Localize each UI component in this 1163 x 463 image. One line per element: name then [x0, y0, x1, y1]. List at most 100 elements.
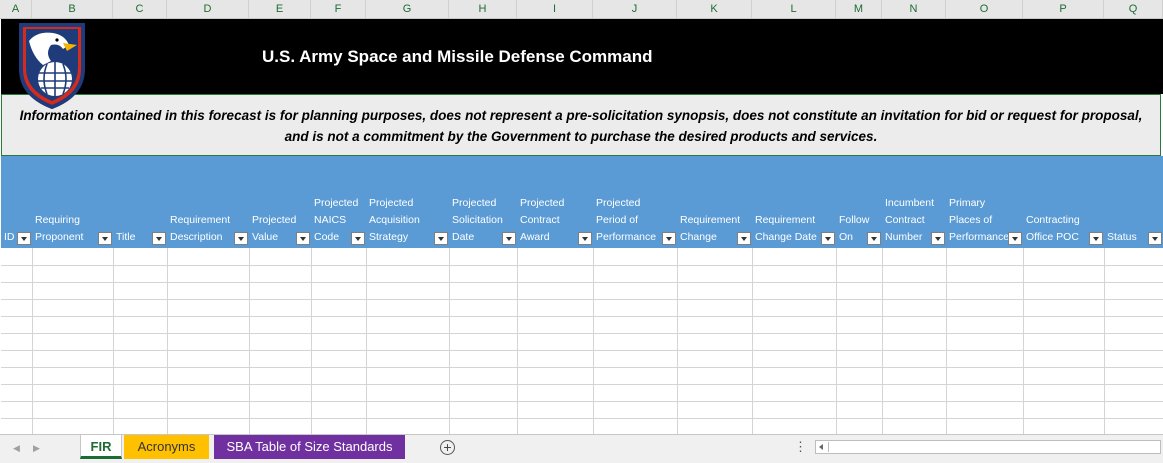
grid-row-line	[1, 367, 1163, 368]
column-letter[interactable]: L	[752, 0, 836, 18]
column-letter[interactable]: E	[249, 0, 311, 18]
column-letter[interactable]: B	[32, 0, 113, 18]
filter-dropdown-icon[interactable]	[351, 232, 365, 245]
header-label: Projected Value	[252, 214, 297, 243]
header-cell[interactable]: Requirement Description	[168, 156, 250, 248]
column-header-bar: ABCDEFGHIJKLMNOPQ	[0, 0, 1163, 19]
grid-row-line	[1, 299, 1163, 300]
header-label: Requiring Proponent	[35, 214, 84, 243]
grid-row-line	[1, 401, 1163, 402]
next-sheet-icon[interactable]: ▶	[33, 443, 40, 454]
disclaimer-line-1: Information contained in this forecast i…	[19, 108, 1143, 123]
column-letter[interactable]: F	[311, 0, 366, 18]
tab-acronyms[interactable]: Acronyms	[124, 435, 209, 459]
disclaimer-box: Information contained in this forecast i…	[1, 94, 1161, 156]
disclaimer-line-2: and is not a commitment by the Governmen…	[284, 129, 878, 144]
filter-dropdown-icon[interactable]	[578, 232, 592, 245]
grid-column-line	[1023, 248, 1024, 434]
header-cell[interactable]: Incumbent Contract Number	[883, 156, 947, 248]
header-cell[interactable]: Follow On	[837, 156, 883, 248]
more-options-icon[interactable]: ⋮	[794, 439, 807, 455]
filter-dropdown-icon[interactable]	[296, 232, 310, 245]
column-letter[interactable]: O	[946, 0, 1023, 18]
filter-dropdown-icon[interactable]	[152, 232, 166, 245]
grid-column-line	[32, 248, 33, 434]
header-label: Status	[1107, 231, 1137, 243]
grid-column-line	[366, 248, 367, 434]
banner-title: U.S. Army Space and Missile Defense Comm…	[262, 47, 653, 66]
grid-column-line	[449, 248, 450, 434]
header-label: Projected Period of Performance	[596, 197, 657, 243]
filter-dropdown-icon[interactable]	[1008, 232, 1022, 245]
column-letter[interactable]: C	[113, 0, 167, 18]
filter-dropdown-icon[interactable]	[821, 232, 835, 245]
header-cell[interactable]: Status	[1105, 156, 1163, 248]
column-letter[interactable]: N	[882, 0, 946, 18]
scroll-left-icon[interactable]	[819, 444, 823, 450]
column-letter[interactable]: M	[836, 0, 882, 18]
filter-dropdown-icon[interactable]	[1089, 232, 1103, 245]
filter-dropdown-icon[interactable]	[502, 232, 516, 245]
grid-row-line	[1, 350, 1163, 351]
grid-column-line	[882, 248, 883, 434]
column-letter[interactable]: A	[0, 0, 32, 18]
column-letter[interactable]: H	[449, 0, 517, 18]
filter-dropdown-icon[interactable]	[17, 232, 31, 245]
header-cell[interactable]: Projected Solicitation Date	[450, 156, 518, 248]
header-label: ID	[4, 231, 15, 243]
header-label: Follow On	[839, 214, 870, 243]
header-label: Primary Places of Performance	[949, 197, 1010, 243]
filter-dropdown-icon[interactable]	[98, 232, 112, 245]
column-letter[interactable]: D	[167, 0, 249, 18]
column-letter[interactable]: J	[593, 0, 677, 18]
tab-sba-table[interactable]: SBA Table of Size Standards	[214, 435, 405, 459]
grid-column-line	[113, 248, 114, 434]
header-cell[interactable]: Projected Value	[250, 156, 312, 248]
header-cell[interactable]: Title	[114, 156, 168, 248]
sheet-tab-bar: ◀ ▶ FIR Acronyms SBA Table of Size Stand…	[0, 434, 1163, 463]
scrollbar-thumb[interactable]	[828, 442, 1159, 452]
horizontal-scrollbar[interactable]	[815, 440, 1161, 454]
prev-sheet-icon[interactable]: ◀	[13, 443, 20, 454]
grid-column-line	[1104, 248, 1105, 434]
column-letter[interactable]: I	[517, 0, 593, 18]
header-cell[interactable]: Projected Contract Award	[518, 156, 594, 248]
grid-column-line	[677, 248, 678, 434]
filter-dropdown-icon[interactable]	[234, 232, 248, 245]
header-cell[interactable]: Projected Period of Performance	[594, 156, 678, 248]
header-cell[interactable]: Projected NAICS Code	[312, 156, 367, 248]
grid-column-line	[593, 248, 594, 434]
column-letter[interactable]: P	[1023, 0, 1104, 18]
tab-fir[interactable]: FIR	[80, 435, 122, 459]
data-grid[interactable]	[1, 248, 1163, 436]
header-cell[interactable]: Requirement Change	[678, 156, 753, 248]
filter-dropdown-icon[interactable]	[931, 232, 945, 245]
filter-dropdown-icon[interactable]	[1148, 232, 1162, 245]
header-label: Incumbent Contract Number	[885, 197, 935, 243]
grid-row-line	[1, 418, 1163, 419]
grid-column-line	[752, 248, 753, 434]
filter-dropdown-icon[interactable]	[662, 232, 676, 245]
header-cell[interactable]: Contracting Office POC	[1024, 156, 1105, 248]
column-letter[interactable]: K	[677, 0, 752, 18]
column-letter[interactable]: Q	[1104, 0, 1163, 18]
grid-column-line	[311, 248, 312, 434]
add-sheet-icon[interactable]: +	[440, 440, 455, 455]
filter-dropdown-icon[interactable]	[737, 232, 751, 245]
header-label: Contracting Office POC	[1026, 214, 1080, 243]
header-cell[interactable]: Projected Acquisition Strategy	[367, 156, 450, 248]
grid-column-line	[517, 248, 518, 434]
eagle-logo-icon	[19, 23, 85, 109]
header-label: Projected Acquisition Strategy	[369, 197, 420, 243]
header-cell[interactable]: ID	[1, 156, 33, 248]
grid-row-line	[1, 316, 1163, 317]
filter-dropdown-icon[interactable]	[434, 232, 448, 245]
header-cell[interactable]: Requiring Proponent	[33, 156, 114, 248]
grid-column-line	[836, 248, 837, 434]
header-cell[interactable]: Requirement Change Date	[753, 156, 837, 248]
column-letter[interactable]: G	[366, 0, 449, 18]
grid-row-line	[1, 384, 1163, 385]
header-label: Projected Contract Award	[520, 197, 565, 243]
filter-dropdown-icon[interactable]	[867, 232, 881, 245]
header-cell[interactable]: Primary Places of Performance	[947, 156, 1024, 248]
